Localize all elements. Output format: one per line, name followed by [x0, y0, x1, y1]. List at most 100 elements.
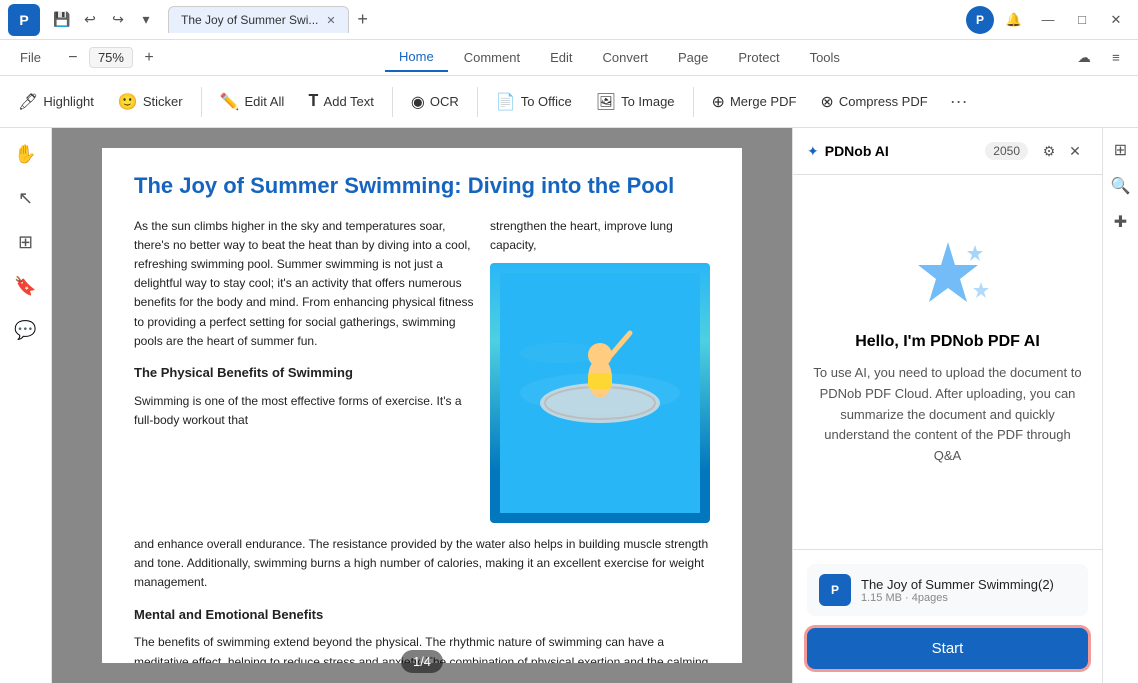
file-menu[interactable]: File	[8, 46, 53, 69]
ai-count: 2050	[985, 142, 1028, 160]
zoom-area: − 75% +	[61, 46, 161, 70]
ai-body: Hello, I'm PDNob PDF AI To use AI, you n…	[793, 175, 1102, 549]
ai-close-icon: ✕	[1069, 143, 1081, 160]
tab-home[interactable]: Home	[385, 43, 448, 72]
select-tool-button[interactable]: ↖	[8, 180, 44, 216]
zoom-value[interactable]: 75%	[89, 47, 133, 68]
file-type-icon: P	[819, 574, 851, 606]
pdf-title: The Joy of Summer Swimming: Diving into …	[134, 172, 710, 201]
close-icon: ✕	[1111, 12, 1122, 28]
ai-close-button[interactable]: ✕	[1062, 138, 1088, 164]
ocr-icon: ◉	[411, 92, 425, 112]
cloud-button[interactable]: ☁	[1070, 44, 1098, 72]
separator-2	[392, 87, 393, 117]
to-image-button[interactable]: 🖼 To Image	[586, 87, 685, 117]
add-text-icon: 𝐓	[308, 93, 318, 111]
add-panel-button[interactable]: ✚	[1107, 208, 1135, 236]
file-info: The Joy of Summer Swimming(2) 1.15 MB · …	[861, 577, 1076, 604]
highlight-icon: 🖊	[18, 92, 38, 112]
to-image-icon: 🖼	[596, 92, 616, 112]
expand-panel-button[interactable]: ⊞	[1107, 136, 1135, 164]
thumbnail-panel-button[interactable]: ⊞	[8, 224, 44, 260]
pdf-page: The Joy of Summer Swimming: Diving into …	[102, 148, 742, 663]
ai-logo-icon: ✦	[807, 143, 819, 160]
ai-settings-button[interactable]: ⚙	[1036, 138, 1062, 164]
tab-current[interactable]: The Joy of Summer Swi... ✕	[168, 6, 349, 33]
to-office-label: To Office	[521, 94, 572, 109]
ai-title: PDNob AI	[825, 143, 986, 159]
zoom-in-button[interactable]: +	[137, 46, 161, 70]
tab-convert[interactable]: Convert	[588, 44, 662, 71]
left-sidebar: ✋ ↖ ⊞ 🔖 💬	[0, 128, 52, 683]
menu-more-button[interactable]: ≡	[1102, 44, 1130, 72]
menubar: File − 75% + Home Comment Edit Convert P…	[0, 40, 1138, 76]
comment-panel-button[interactable]: 💬	[8, 312, 44, 348]
tab-close-icon[interactable]: ✕	[326, 14, 335, 27]
compress-pdf-icon: ⊗	[820, 92, 833, 112]
undo-button[interactable]: ↩	[76, 6, 104, 34]
zoom-out-button[interactable]: −	[61, 46, 85, 70]
pdf-area: The Joy of Summer Swimming: Diving into …	[52, 128, 792, 683]
tab-edit[interactable]: Edit	[536, 44, 586, 71]
tab-comment[interactable]: Comment	[450, 44, 534, 71]
compress-pdf-label: Compress PDF	[839, 94, 928, 109]
hand-icon: ✋	[14, 144, 36, 165]
bookmark-icon: 🔖	[14, 276, 36, 297]
ai-description: To use AI, you need to upload the docume…	[813, 363, 1082, 467]
plus-icon: ✚	[1114, 212, 1127, 232]
avatar: P	[966, 6, 994, 34]
ai-header: ✦ PDNob AI 2050 ⚙ ✕	[793, 128, 1102, 175]
highlight-button[interactable]: 🖊 Highlight	[8, 87, 104, 117]
tab-tools[interactable]: Tools	[796, 44, 854, 71]
pdf-intro: As the sun climbs higher in the sky and …	[134, 217, 478, 523]
file-name: The Joy of Summer Swimming(2)	[861, 577, 1076, 592]
save-button[interactable]: 💾	[48, 6, 76, 34]
ocr-label: OCR	[430, 94, 459, 109]
to-image-label: To Image	[621, 94, 674, 109]
history-dropdown-button[interactable]: ▾	[132, 6, 160, 34]
expand-icon: ⊞	[1114, 140, 1127, 160]
tab-page[interactable]: Page	[664, 44, 722, 71]
edit-all-button[interactable]: ✏️ Edit All	[210, 87, 295, 117]
to-office-icon: 📄	[496, 92, 516, 112]
pdf-pool-image-top	[490, 263, 710, 523]
highlight-label: Highlight	[43, 94, 94, 109]
notification-button[interactable]: 🔔	[1000, 6, 1028, 34]
settings-icon: ⚙	[1043, 143, 1056, 160]
app-logo: P	[8, 4, 40, 36]
pdf-right-text: and enhance overall endurance. The resis…	[134, 535, 710, 663]
search-icon: 🔍	[1111, 176, 1131, 196]
bell-icon: 🔔	[1006, 12, 1022, 28]
redo-button[interactable]: ↪	[104, 6, 132, 34]
merge-pdf-button[interactable]: ⊕ Merge PDF	[702, 87, 807, 117]
close-button[interactable]: ✕	[1102, 6, 1130, 34]
ai-greeting: Hello, I'm PDNob PDF AI	[855, 333, 1040, 351]
pan-tool-button[interactable]: ✋	[8, 136, 44, 172]
merge-pdf-label: Merge PDF	[730, 94, 796, 109]
compress-pdf-button[interactable]: ⊗ Compress PDF	[810, 87, 937, 117]
to-office-button[interactable]: 📄 To Office	[486, 87, 582, 117]
separator-3	[477, 87, 478, 117]
file-meta: 1.15 MB · 4pages	[861, 592, 1076, 604]
menu-more-icon: ≡	[1112, 50, 1120, 65]
maximize-button[interactable]: □	[1068, 6, 1096, 34]
main-area: ✋ ↖ ⊞ 🔖 💬 The Joy of Summer Swimming: Di…	[0, 128, 1138, 683]
new-tab-button[interactable]: +	[349, 6, 377, 34]
ai-stars-graphic	[903, 237, 993, 317]
tab-protect[interactable]: Protect	[724, 44, 793, 71]
bookmark-panel-button[interactable]: 🔖	[8, 268, 44, 304]
search-panel-button[interactable]: 🔍	[1107, 172, 1135, 200]
start-button[interactable]: Start	[807, 628, 1088, 669]
ai-file-card: P The Joy of Summer Swimming(2) 1.15 MB …	[807, 564, 1088, 616]
ai-panel: ✦ PDNob AI 2050 ⚙ ✕ Hello, I'm	[792, 128, 1102, 683]
sticker-button[interactable]: 🙂 Sticker	[108, 87, 193, 117]
dropdown-icon: ▾	[142, 11, 149, 28]
add-text-button[interactable]: 𝐓 Add Text	[298, 88, 384, 116]
sticker-icon: 🙂	[118, 92, 138, 112]
ai-footer: P The Joy of Summer Swimming(2) 1.15 MB …	[793, 549, 1102, 683]
sticker-label: Sticker	[143, 94, 183, 109]
toolbar-more-button[interactable]: ···	[942, 86, 976, 117]
minimize-button[interactable]: —	[1034, 6, 1062, 34]
ocr-button[interactable]: ◉ OCR	[401, 87, 469, 117]
minimize-icon: —	[1042, 12, 1055, 27]
